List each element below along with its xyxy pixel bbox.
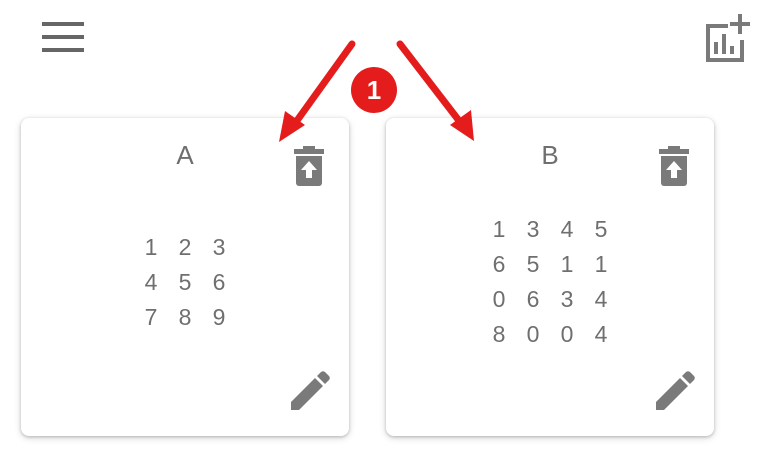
matrix-row: 1 2 3 <box>134 230 236 265</box>
matrix-cell: 5 <box>178 269 192 295</box>
pencil-icon <box>291 371 330 410</box>
annotation-arrow-left <box>292 40 356 126</box>
matrix-cell: 8 <box>178 304 192 330</box>
matrix-cell: 1 <box>144 234 158 260</box>
matrix-cell: 4 <box>560 216 574 242</box>
step-badge: 1 <box>351 67 397 113</box>
matrix-values: 1 3 4 5 6 5 1 1 0 6 3 4 8 0 0 4 <box>386 212 714 352</box>
edit-button[interactable] <box>652 368 698 414</box>
matrix-row: 0 6 3 4 <box>482 282 618 317</box>
matrix-cell: 1 <box>492 216 506 242</box>
add-chart-button[interactable] <box>694 10 758 70</box>
matrix-row: 8 0 0 4 <box>482 317 618 352</box>
app-screen: A 1 2 3 4 5 6 7 8 9 B 1 3 4 5 6 5 1 1 0 … <box>0 0 780 471</box>
matrix-card-b[interactable]: B 1 3 4 5 6 5 1 1 0 6 3 4 8 0 0 4 <box>386 118 714 436</box>
matrix-row: 6 5 1 1 <box>482 247 618 282</box>
pencil-icon <box>656 371 695 410</box>
matrix-cell: 5 <box>594 216 608 242</box>
menu-button[interactable] <box>36 14 90 60</box>
matrix-row: 4 5 6 <box>134 265 236 300</box>
hamburger-menu-icon <box>42 22 84 52</box>
annotation-arrow-right <box>396 40 464 126</box>
edit-button[interactable] <box>287 368 333 414</box>
matrix-cell: 0 <box>526 321 540 347</box>
matrix-cell: 6 <box>492 251 506 277</box>
add-chart-icon <box>706 14 750 62</box>
matrix-row: 1 3 4 5 <box>482 212 618 247</box>
delete-icon <box>294 146 324 186</box>
delete-button[interactable] <box>291 144 327 188</box>
matrix-cell: 3 <box>560 286 574 312</box>
matrix-cell: 5 <box>526 251 540 277</box>
matrix-cell: 4 <box>144 269 158 295</box>
delete-icon <box>659 146 689 186</box>
matrix-cell: 6 <box>212 269 226 295</box>
matrix-cell: 0 <box>492 286 506 312</box>
matrix-cell: 4 <box>594 286 608 312</box>
matrix-cell: 7 <box>144 304 158 330</box>
matrix-card-a[interactable]: A 1 2 3 4 5 6 7 8 9 <box>21 118 349 436</box>
matrix-row: 7 8 9 <box>134 300 236 335</box>
matrix-cell: 1 <box>560 251 574 277</box>
delete-button[interactable] <box>656 144 692 188</box>
matrix-cell: 3 <box>212 234 226 260</box>
matrix-cell: 9 <box>212 304 226 330</box>
matrix-cell: 4 <box>594 321 608 347</box>
matrix-cell: 3 <box>526 216 540 242</box>
matrix-cell: 8 <box>492 321 506 347</box>
matrix-cell: 6 <box>526 286 540 312</box>
matrix-cell: 1 <box>594 251 608 277</box>
matrix-values: 1 2 3 4 5 6 7 8 9 <box>21 230 349 335</box>
matrix-cell: 0 <box>560 321 574 347</box>
matrix-cell: 2 <box>178 234 192 260</box>
